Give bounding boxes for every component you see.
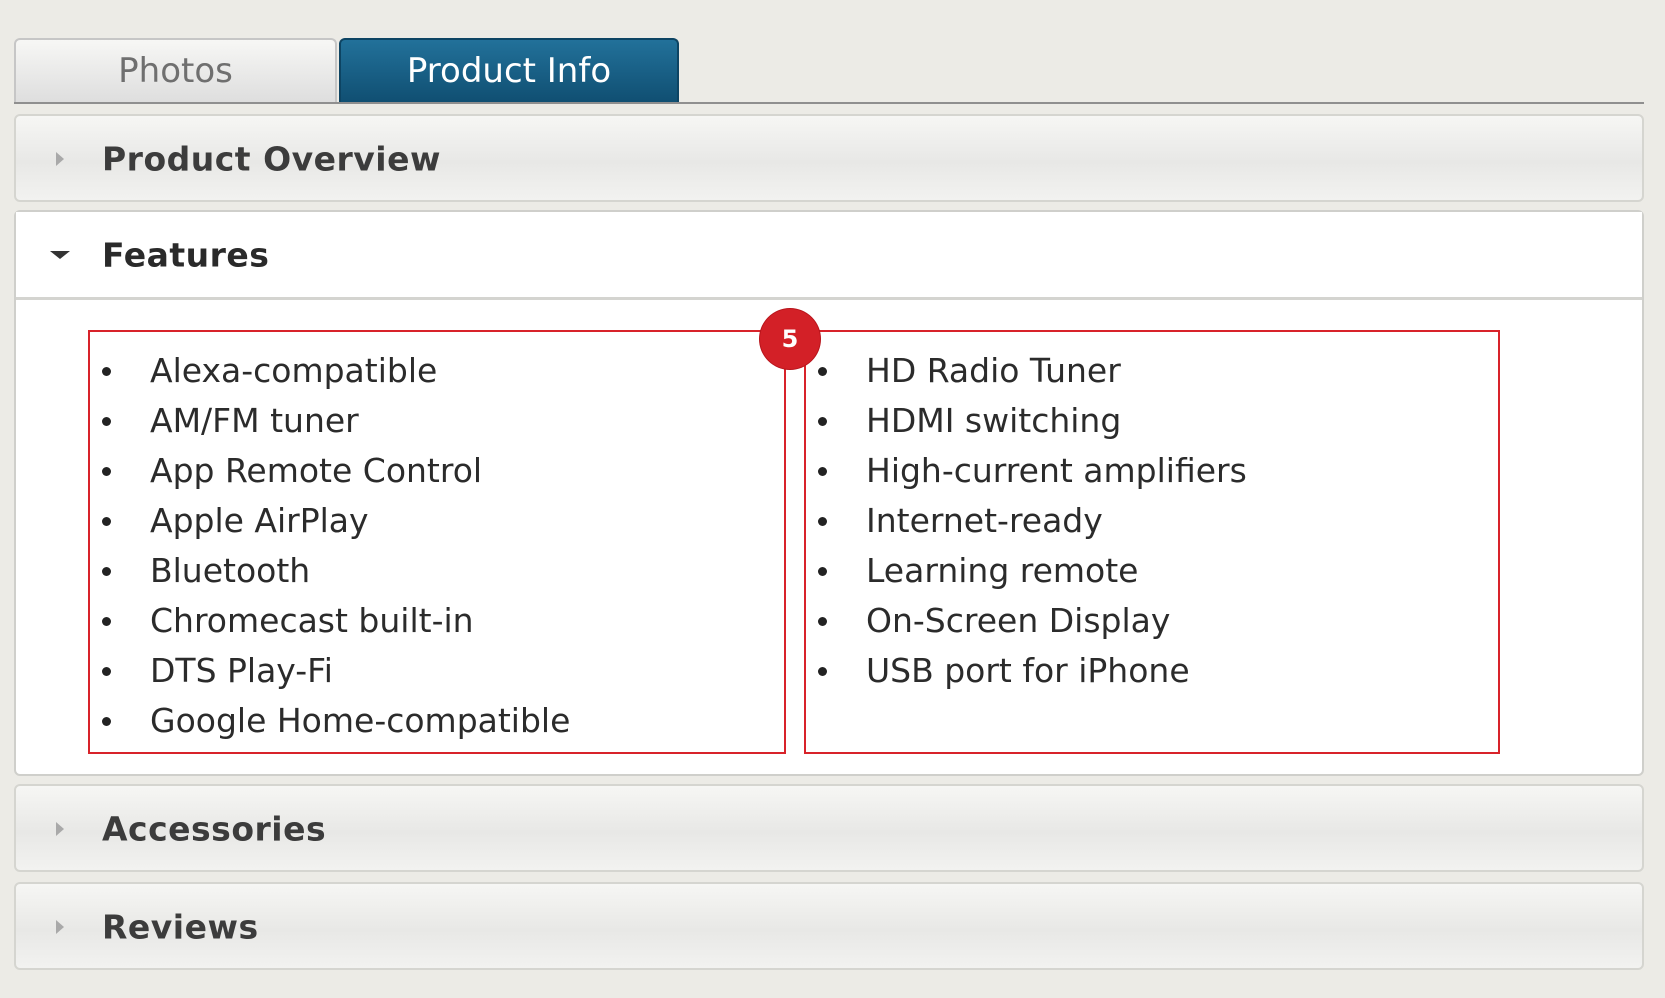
list-item: Google Home-compatible (90, 696, 784, 746)
annotation-badge: 5 (760, 309, 820, 369)
features-title: Features (102, 235, 270, 274)
features-list-left-box: Alexa-compatible AM/FM tuner App Remote … (88, 330, 786, 754)
features-list-right-box: HD Radio Tuner HDMI switching High-curre… (804, 330, 1500, 754)
section-product-overview: Product Overview (14, 114, 1644, 202)
reviews-title: Reviews (102, 907, 259, 947)
list-item: Internet-ready (806, 496, 1498, 546)
list-item: DTS Play-Fi (90, 646, 784, 696)
tab-product-info[interactable]: Product Info (339, 38, 679, 102)
list-item: HD Radio Tuner (806, 346, 1498, 396)
list-item: HDMI switching (806, 396, 1498, 446)
product-page: Photos Product Info Product Overview Fea… (0, 0, 1665, 998)
list-item: Bluetooth (90, 546, 784, 596)
tab-bar: Photos Product Info (14, 38, 1644, 104)
section-reviews: Reviews (14, 882, 1644, 970)
list-item: AM/FM tuner (90, 396, 784, 446)
section-accessories: Accessories (14, 784, 1644, 872)
accessories-title: Accessories (102, 809, 327, 849)
reviews-header[interactable]: Reviews (16, 884, 1642, 970)
list-item: High-current amplifiers (806, 446, 1498, 496)
features-list-right: HD Radio Tuner HDMI switching High-curre… (806, 332, 1498, 696)
list-item: Apple AirPlay (90, 496, 784, 546)
list-item: On-Screen Display (806, 596, 1498, 646)
section-features: Features Alexa-compatible AM/FM tuner Ap… (14, 210, 1644, 776)
list-item: App Remote Control (90, 446, 784, 496)
caret-right-icon (50, 149, 70, 169)
caret-right-icon (50, 917, 70, 937)
accessories-header[interactable]: Accessories (16, 786, 1642, 872)
product-overview-title: Product Overview (102, 139, 441, 179)
product-overview-header[interactable]: Product Overview (16, 116, 1642, 202)
list-item: Learning remote (806, 546, 1498, 596)
tab-photos[interactable]: Photos (14, 38, 337, 102)
caret-down-icon (50, 245, 70, 265)
features-list-left: Alexa-compatible AM/FM tuner App Remote … (90, 332, 784, 746)
list-item: USB port for iPhone (806, 646, 1498, 696)
caret-right-icon (50, 819, 70, 839)
list-item: Alexa-compatible (90, 346, 784, 396)
list-item: Chromecast built-in (90, 596, 784, 646)
features-header[interactable]: Features (16, 212, 1642, 300)
